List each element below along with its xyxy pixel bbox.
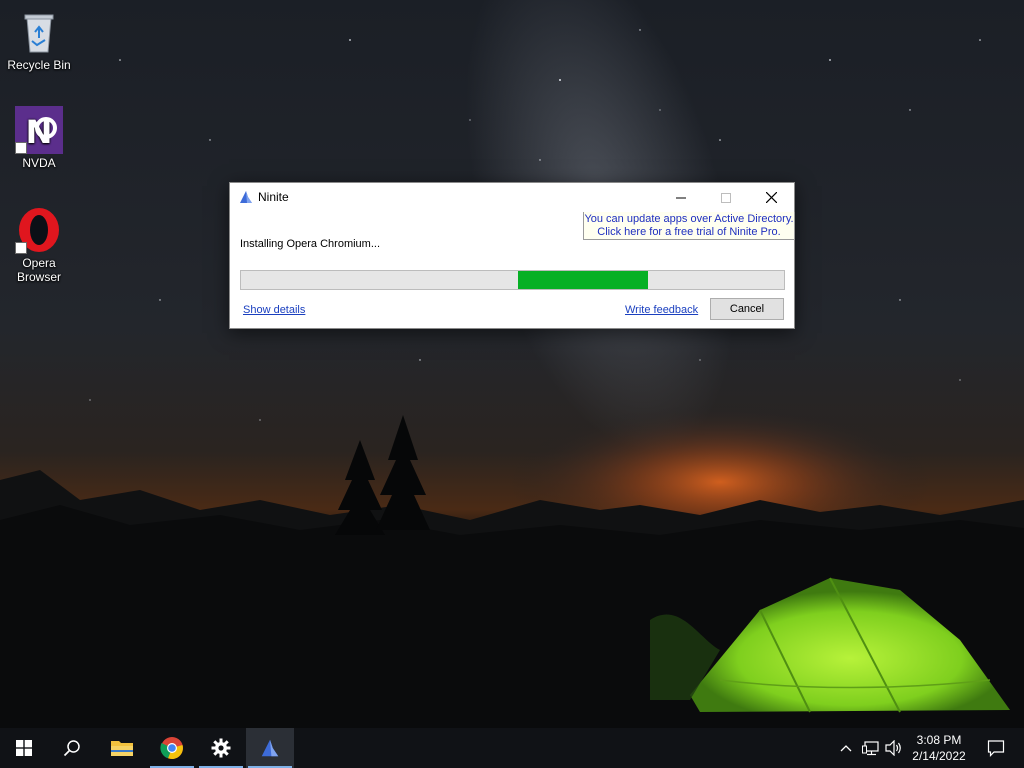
ninite-app-icon: [261, 739, 279, 757]
speaker-icon: [885, 740, 901, 756]
search-icon: [63, 740, 80, 757]
taskbar-clock[interactable]: 3:08 PM 2/14/2022: [906, 732, 972, 764]
ninite-pro-promo-link[interactable]: You can update apps over Active Director…: [583, 212, 795, 240]
windows-logo-icon: [16, 740, 32, 756]
gear-icon: [211, 738, 231, 758]
close-icon: [766, 192, 777, 203]
chrome-icon: [160, 737, 183, 760]
wallpaper: [0, 0, 1024, 728]
minimize-button[interactable]: [658, 183, 703, 212]
desktop-icon-recycle-bin[interactable]: Recycle Bin: [3, 8, 75, 72]
desktop: Recycle Bin N NVDA Opera Browser Ninite …: [0, 0, 1024, 768]
clock-date: 2/14/2022: [912, 749, 966, 763]
notification-icon: [987, 740, 1005, 757]
action-center-button[interactable]: [976, 728, 1016, 768]
maximize-button[interactable]: [703, 183, 748, 212]
desktop-icon-nvda[interactable]: N NVDA: [3, 106, 75, 170]
maximize-icon: [720, 192, 731, 203]
taskbar-ninite[interactable]: [246, 728, 294, 768]
minimize-icon: [675, 197, 686, 198]
window-title: Ninite: [258, 190, 289, 204]
clock-time: 3:08 PM: [916, 733, 962, 747]
cancel-button[interactable]: Cancel: [710, 298, 784, 320]
progress-bar: [240, 270, 785, 290]
desktop-icon-opera-browser[interactable]: Opera Browser: [3, 206, 75, 284]
taskbar-chrome[interactable]: [148, 728, 196, 768]
nvda-icon: N: [15, 106, 63, 154]
promo-line-1: You can update apps over Active Director…: [584, 213, 794, 225]
show-hidden-icons-button[interactable]: [835, 728, 857, 768]
network-icon: [862, 741, 879, 756]
network-tray-button[interactable]: [860, 728, 882, 768]
shortcut-arrow-icon: [15, 142, 27, 154]
taskbar: 3:08 PM 2/14/2022: [0, 728, 1024, 768]
show-details-link[interactable]: Show details: [243, 304, 305, 316]
ninite-app-icon: [240, 191, 252, 203]
desktop-icon-label: Recycle Bin: [7, 58, 71, 72]
title-bar[interactable]: Ninite: [230, 183, 794, 212]
install-status-text: Installing Opera Chromium...: [240, 238, 380, 250]
ninite-window: Ninite You can update apps over Active D…: [229, 182, 795, 329]
volume-tray-button[interactable]: [883, 728, 905, 768]
write-feedback-link[interactable]: Write feedback: [625, 304, 698, 316]
start-button[interactable]: [0, 728, 48, 768]
promo-line-2: Click here for a free trial of Ninite Pr…: [597, 226, 781, 238]
recycle-bin-icon: [15, 8, 63, 56]
shortcut-arrow-icon: [15, 242, 27, 254]
desktop-icon-label: Opera Browser: [16, 256, 61, 284]
taskbar-file-explorer[interactable]: [98, 728, 146, 768]
progress-bar-fill: [517, 271, 649, 289]
taskbar-settings[interactable]: [197, 728, 245, 768]
search-button[interactable]: [48, 728, 96, 768]
close-button[interactable]: [749, 183, 794, 212]
opera-icon: [15, 206, 63, 254]
chevron-up-icon: [840, 745, 852, 752]
folder-icon: [111, 741, 133, 756]
desktop-icon-label: NVDA: [22, 156, 56, 170]
